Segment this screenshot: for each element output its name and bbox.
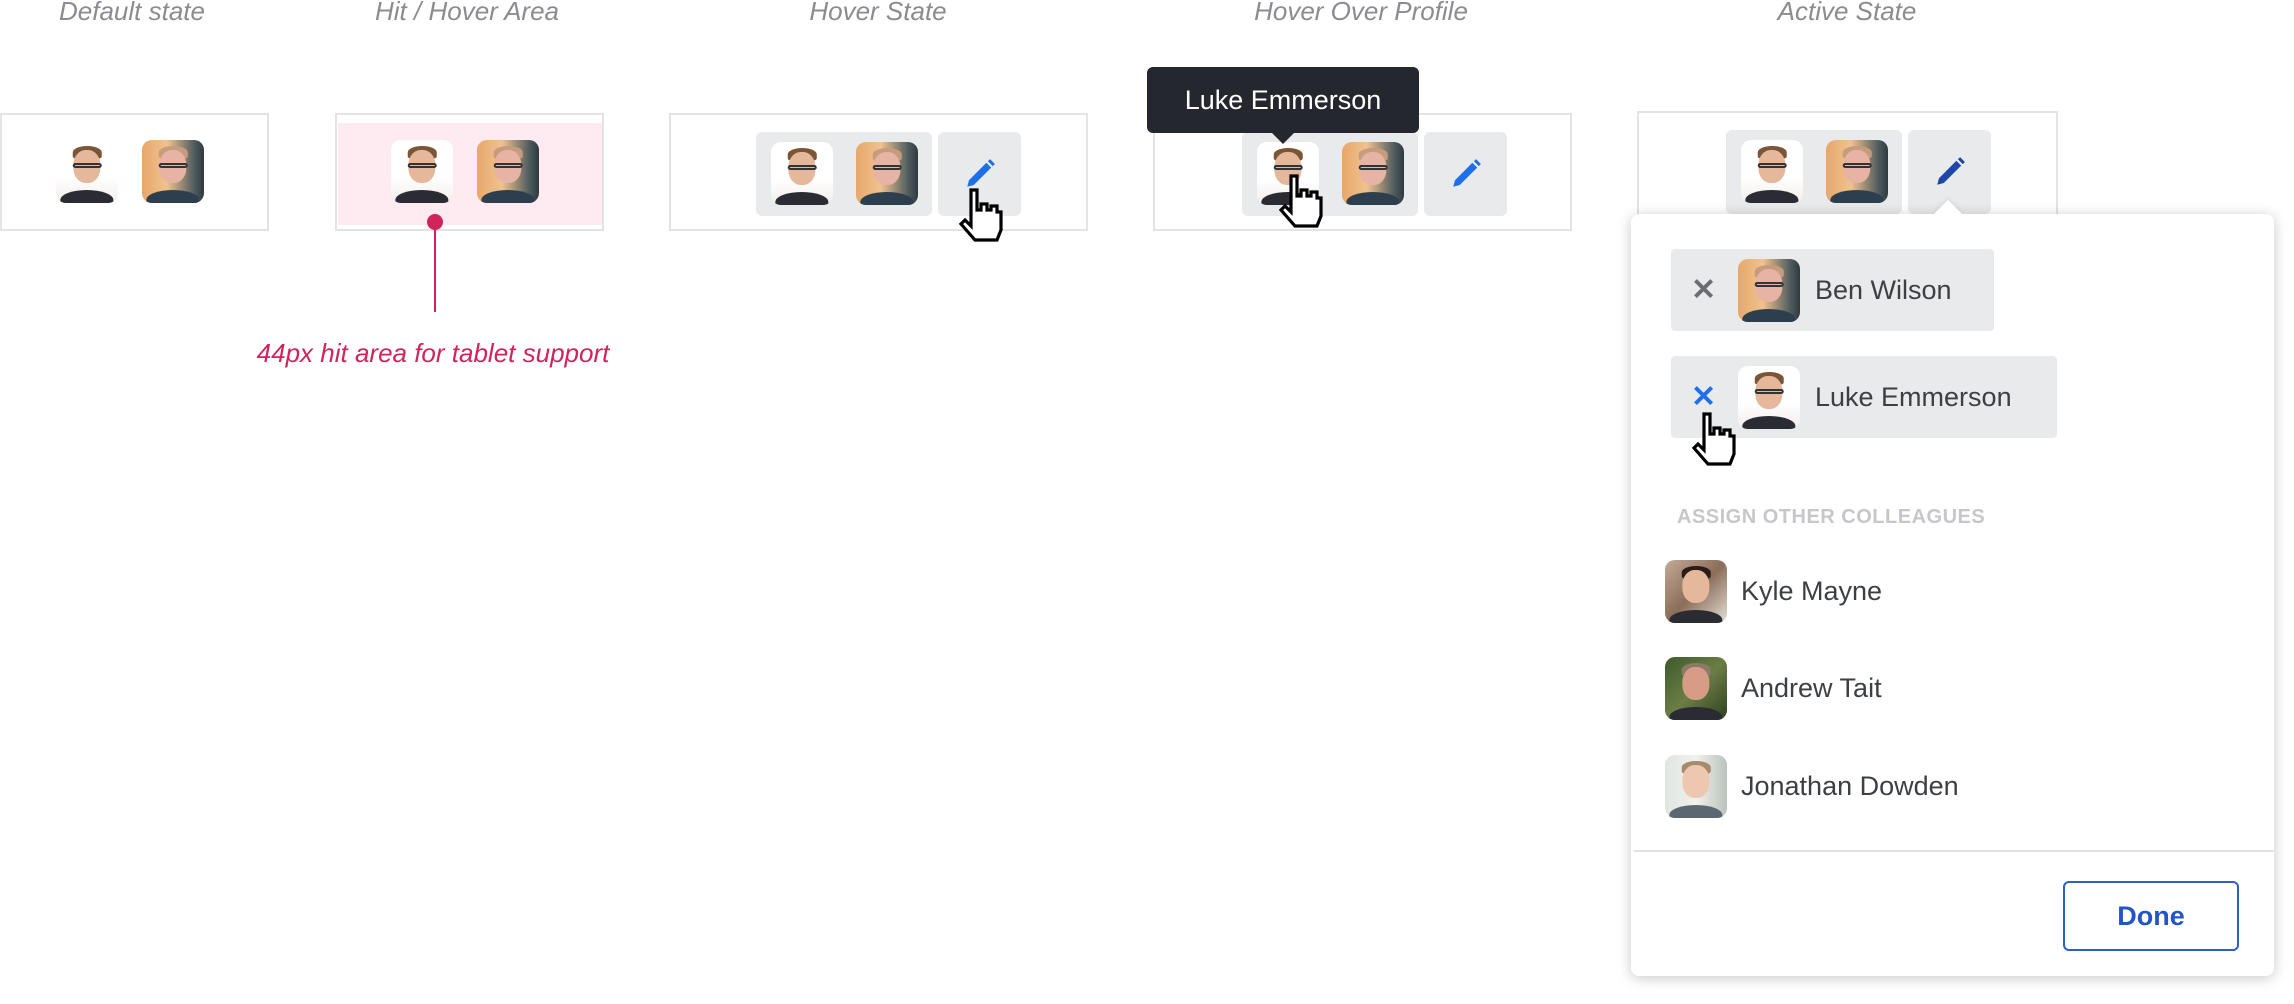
done-button[interactable]: Done (2063, 881, 2239, 951)
avatar-luke[interactable] (56, 140, 118, 203)
avatar-luke[interactable] (1741, 140, 1803, 203)
annotation-line (434, 222, 436, 312)
hit-area-highlight (338, 123, 602, 225)
annotation-text: 44px hit area for tablet support (256, 338, 610, 368)
avatar-luke (1738, 366, 1800, 429)
hover-state-frame (669, 113, 1088, 231)
avatar-ben[interactable] (1342, 142, 1404, 205)
hand-cursor-icon (1278, 174, 1323, 228)
colleague-name: Kyle Mayne (1741, 576, 1883, 606)
avatar-luke[interactable] (771, 142, 833, 205)
avatar-ben[interactable] (1826, 140, 1888, 203)
avatar-jonathan (1665, 755, 1727, 818)
hand-cursor-icon (1691, 412, 1736, 466)
edit-button[interactable] (1424, 132, 1507, 216)
hand-cursor-icon (958, 188, 1003, 242)
avatar-kyle (1665, 560, 1727, 623)
avatar-group[interactable] (756, 132, 932, 216)
colleague-name: Andrew Tait (1741, 673, 1882, 703)
colleague-row[interactable]: Andrew Tait (1665, 657, 2225, 720)
state-label-hover: Hover State (809, 0, 947, 26)
state-label-hover-profile: Hover Over Profile (1254, 0, 1468, 26)
assigned-name: Ben Wilson (1815, 275, 1952, 305)
avatar-ben[interactable] (142, 140, 204, 203)
avatar-ben (1738, 259, 1800, 322)
active-state-frame (1637, 111, 2058, 231)
profile-tooltip: Luke Emmerson (1147, 67, 1419, 144)
avatar-luke[interactable] (391, 140, 453, 203)
avatar-andrew (1665, 657, 1727, 720)
assigned-chip-ben: ✕ Ben Wilson (1671, 249, 1994, 331)
state-label-default: Default state (59, 0, 205, 26)
avatar-group[interactable] (1726, 130, 1902, 214)
colleague-name: Jonathan Dowden (1741, 771, 1959, 801)
remove-icon[interactable]: ✕ (1691, 273, 1716, 308)
avatar-ben[interactable] (856, 142, 918, 205)
assign-dropdown: ✕ Ben Wilson ✕ Luke Emmerson ASSIGN OTHE… (1631, 199, 2274, 976)
avatar-ben[interactable] (477, 140, 539, 203)
section-heading: ASSIGN OTHER COLLEAGUES (1677, 506, 1986, 528)
pencil-icon (1452, 159, 1481, 187)
hit-area-frame (335, 113, 604, 231)
default-state-frame (0, 113, 269, 231)
divider (1634, 850, 2274, 852)
state-label-active: Active State (1777, 0, 1917, 26)
colleague-row[interactable]: Jonathan Dowden (1665, 755, 2225, 818)
pencil-icon (1936, 157, 1965, 185)
assigned-name: Luke Emmerson (1815, 382, 2012, 412)
state-label-hit-area: Hit / Hover Area (375, 0, 559, 26)
colleague-row[interactable]: Kyle Mayne (1665, 560, 2225, 623)
avatar-group[interactable] (1242, 132, 1418, 216)
